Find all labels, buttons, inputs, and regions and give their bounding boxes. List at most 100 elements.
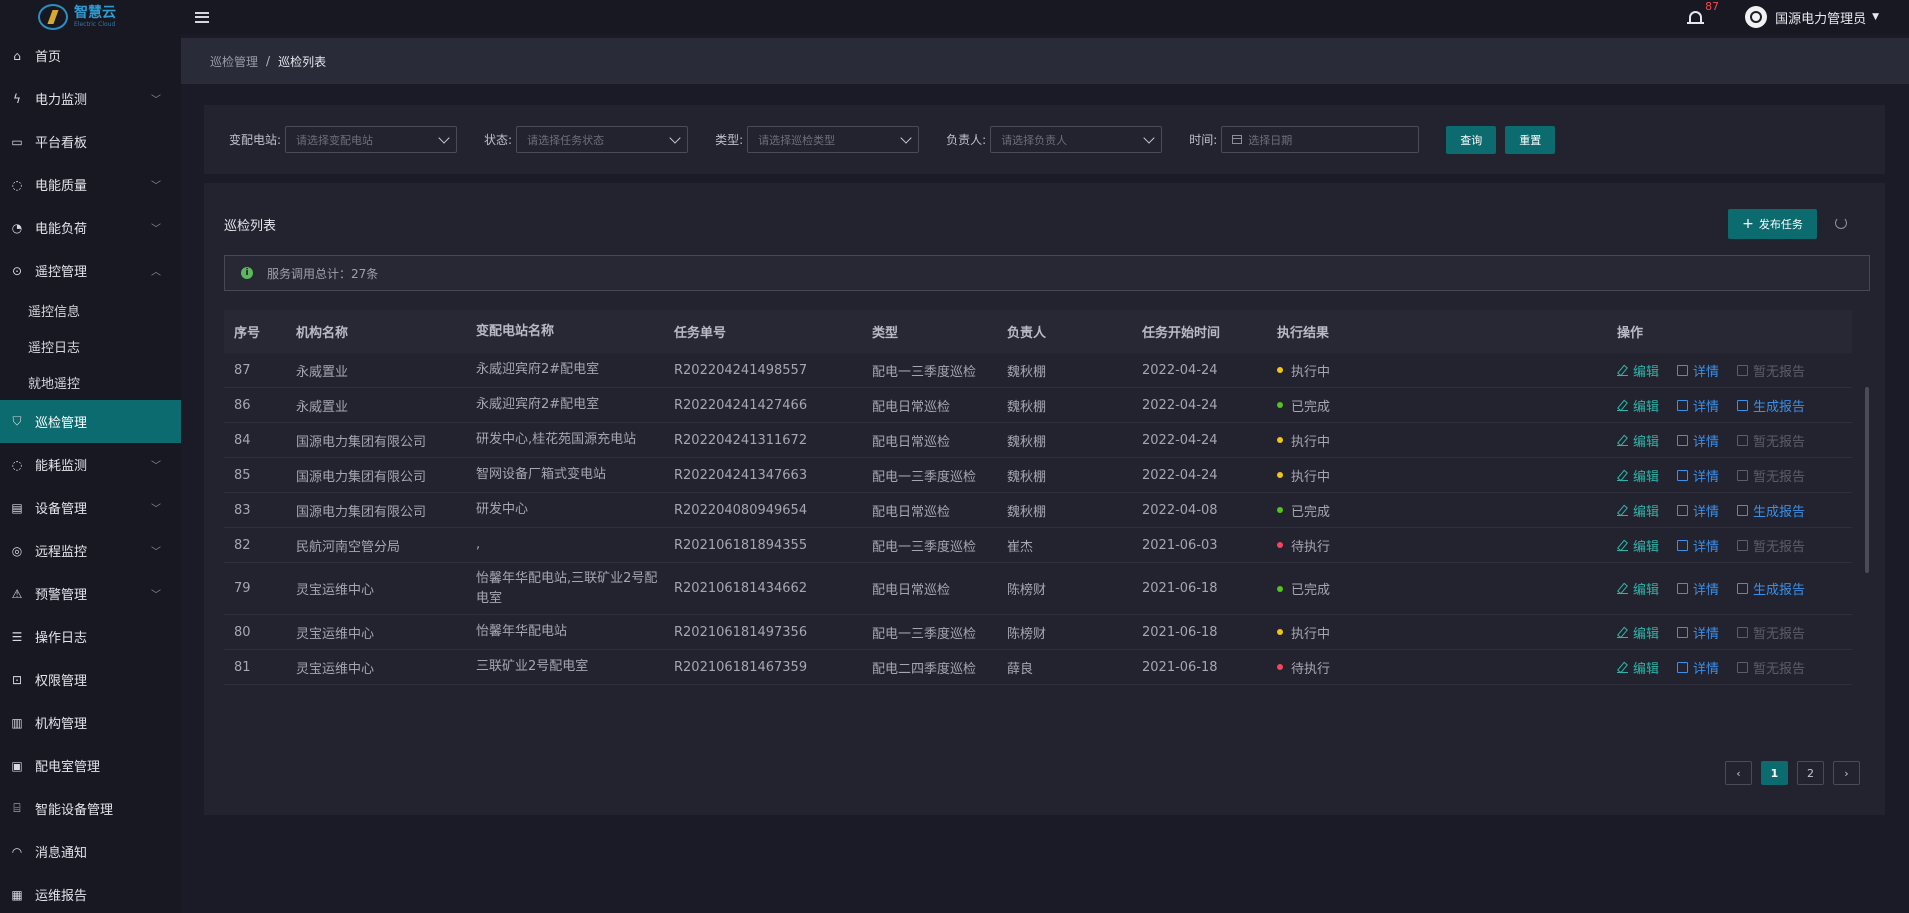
chevron-icon: ﹀ <box>151 95 161 106</box>
cell-result: 待执行 <box>1277 536 1617 555</box>
column-header: 类型 <box>872 326 899 341</box>
bolt-icon: ϟ <box>13 91 21 106</box>
edit-button[interactable]: 编辑 <box>1617 536 1659 555</box>
detail-label: 详情 <box>1693 626 1720 642</box>
type-select[interactable]: 请选择巡检类型 <box>747 126 920 153</box>
edit-button[interactable]: 编辑 <box>1617 431 1659 450</box>
detail-button[interactable]: 详情 <box>1677 501 1719 520</box>
query-button[interactable]: 查询 <box>1446 125 1497 154</box>
sidebar-item[interactable]: ◌ 能耗监测 ﹀ <box>0 443 181 486</box>
detail-button[interactable]: 详情 <box>1677 361 1719 380</box>
column-header: 执行结果 <box>1277 326 1330 341</box>
sidebar-item[interactable]: ▦ 运维报告 <box>0 873 181 913</box>
router-icon: ⌸ <box>13 801 21 815</box>
detail-button[interactable]: 详情 <box>1677 431 1719 450</box>
edit-button[interactable]: 编辑 <box>1617 396 1659 415</box>
sidebar-item-label: 电力监测 <box>35 93 88 108</box>
table-scrollbar[interactable] <box>1865 387 1869 573</box>
breadcrumb-parent[interactable]: 巡检管理 <box>210 53 258 70</box>
sidebar-item[interactable]: ⊡ 权限管理 <box>0 658 181 701</box>
reset-button[interactable]: 重置 <box>1505 125 1556 154</box>
sidebar-item[interactable]: ◎ 远程监控 ﹀ <box>0 529 181 572</box>
publish-task-button[interactable]: + 发布任务 <box>1728 209 1817 239</box>
user-name[interactable]: 国源电力管理员 <box>1775 8 1866 27</box>
shield-icon: ⛉ <box>12 414 22 428</box>
sidebar-item[interactable]: ⚠ 预警管理 ﹀ <box>0 572 181 615</box>
edit-button[interactable]: 编辑 <box>1617 466 1659 485</box>
sidebar-item[interactable]: ◠ 消息通知 <box>0 830 181 873</box>
caret-down-icon[interactable]: ▼ <box>1872 12 1879 22</box>
detail-button[interactable]: 详情 <box>1677 466 1719 485</box>
page-button-2[interactable]: 2 <box>1797 761 1824 785</box>
cell-start: 2022-04-08 <box>1142 502 1218 518</box>
generate-report-button[interactable]: 生成报告 <box>1737 396 1805 415</box>
cell-org: 国源电力集团有限公司 <box>296 469 427 485</box>
page-button-1[interactable]: 1 <box>1761 761 1788 785</box>
menu-toggle-icon[interactable] <box>195 11 209 23</box>
next-page-button[interactable]: › <box>1833 761 1860 785</box>
detail-button[interactable]: 详情 <box>1677 658 1719 677</box>
edit-button[interactable]: 编辑 <box>1617 579 1659 598</box>
date-picker[interactable]: 选择日期 <box>1221 126 1420 153</box>
cell-actions: 编辑 详情 暂无报告 <box>1617 536 1852 555</box>
detail-label: 详情 <box>1693 399 1720 415</box>
edit-icon <box>1617 400 1628 411</box>
sidebar-item[interactable]: ◌ 电能质量 ﹀ <box>0 163 181 206</box>
detail-button[interactable]: 详情 <box>1677 396 1719 415</box>
sidebar-item-label: 操作日志 <box>35 631 88 646</box>
edit-button[interactable]: 编辑 <box>1617 361 1659 380</box>
chevron-icon: ﹀ <box>151 181 161 192</box>
cell-result: 待执行 <box>1277 658 1617 677</box>
detail-button[interactable]: 详情 <box>1677 623 1719 642</box>
edit-label: 编辑 <box>1633 661 1660 677</box>
table-row: 80 灵宝运维中心 怡馨年华配电站 R202106181497356 配电一三季度巡检 陈… <box>224 615 1852 650</box>
table-header: 序号 机构名称 变配电站名称 任务单号 类型 负责人 任务开始时间 执行结果 操… <box>224 310 1852 353</box>
sidebar-item[interactable]: ϟ 电力监测 ﹀ <box>0 77 181 120</box>
sidebar-item[interactable]: ◔ 电能负荷 ﹀ <box>0 206 181 249</box>
status-select[interactable]: 请选择任务状态 <box>516 126 689 153</box>
cell-result: 已完成 <box>1277 501 1617 520</box>
generate-report-button[interactable]: 生成报告 <box>1737 501 1805 520</box>
sidebar-item[interactable]: ⌂ 首页 <box>0 34 181 77</box>
detail-button[interactable]: 详情 <box>1677 536 1719 555</box>
sidebar-item[interactable]: ⊙ 遥控管理 ︿ <box>0 249 181 292</box>
no-report-button: 暂无报告 <box>1737 466 1805 485</box>
avatar[interactable] <box>1745 6 1768 28</box>
cell-task-no: R202106181467359 <box>674 659 808 675</box>
owner-select[interactable]: 请选择负责人 <box>990 126 1163 153</box>
publish-task-label: 发布任务 <box>1758 218 1803 231</box>
sidebar-item[interactable]: ⛉ 巡检管理 <box>0 400 181 443</box>
station-select[interactable]: 请选择变配电站 <box>285 126 458 153</box>
edit-button[interactable]: 编辑 <box>1617 501 1659 520</box>
station-label: 变配电站: <box>229 133 282 147</box>
camera-icon: ◎ <box>11 543 23 558</box>
sidebar-item[interactable]: ⌸ 智能设备管理 <box>0 787 181 830</box>
edit-button[interactable]: 编辑 <box>1617 623 1659 642</box>
prev-page-button[interactable]: ‹ <box>1725 761 1752 785</box>
info-icon: i <box>241 267 253 279</box>
cell-start: 2021-06-18 <box>1142 581 1218 596</box>
cell-station: 研发中心 <box>476 502 529 517</box>
status-dot <box>1277 585 1283 592</box>
sidebar-item[interactable]: ☰ 操作日志 <box>0 615 181 658</box>
logo[interactable]: 智慧云 Electric Cloud <box>0 0 181 34</box>
sidebar-item[interactable]: ▤ 设备管理 ﹀ <box>0 486 181 529</box>
sidebar-item[interactable]: ▭ 平台看板 <box>0 120 181 163</box>
sidebar-subitem[interactable]: 就地遥控 <box>0 364 181 400</box>
detail-button[interactable]: 详情 <box>1677 579 1719 598</box>
cell-start: 2022-04-24 <box>1142 397 1218 413</box>
sidebar-subitem[interactable]: 遥控日志 <box>0 328 181 364</box>
sidebar-subitem[interactable]: 遥控信息 <box>0 292 181 328</box>
notification-bell-icon[interactable]: 87 <box>1687 0 1719 26</box>
cell-actions: 编辑 详情 暂无报告 <box>1617 623 1852 642</box>
status-dot <box>1277 664 1283 670</box>
sidebar-item[interactable]: ▥ 机构管理 <box>0 701 181 744</box>
generate-report-button[interactable]: 生成报告 <box>1737 579 1805 598</box>
sidebar-item[interactable]: ▣ 配电室管理 <box>0 744 181 787</box>
cell-type: 配电日常巡检 <box>872 583 951 598</box>
refresh-icon[interactable] <box>1835 217 1847 229</box>
edit-button[interactable]: 编辑 <box>1617 658 1659 677</box>
type-label: 类型: <box>715 133 744 147</box>
sidebar-item-label: 机构管理 <box>35 717 88 732</box>
breadcrumb: 巡检管理 / 巡检列表 <box>181 38 1909 84</box>
